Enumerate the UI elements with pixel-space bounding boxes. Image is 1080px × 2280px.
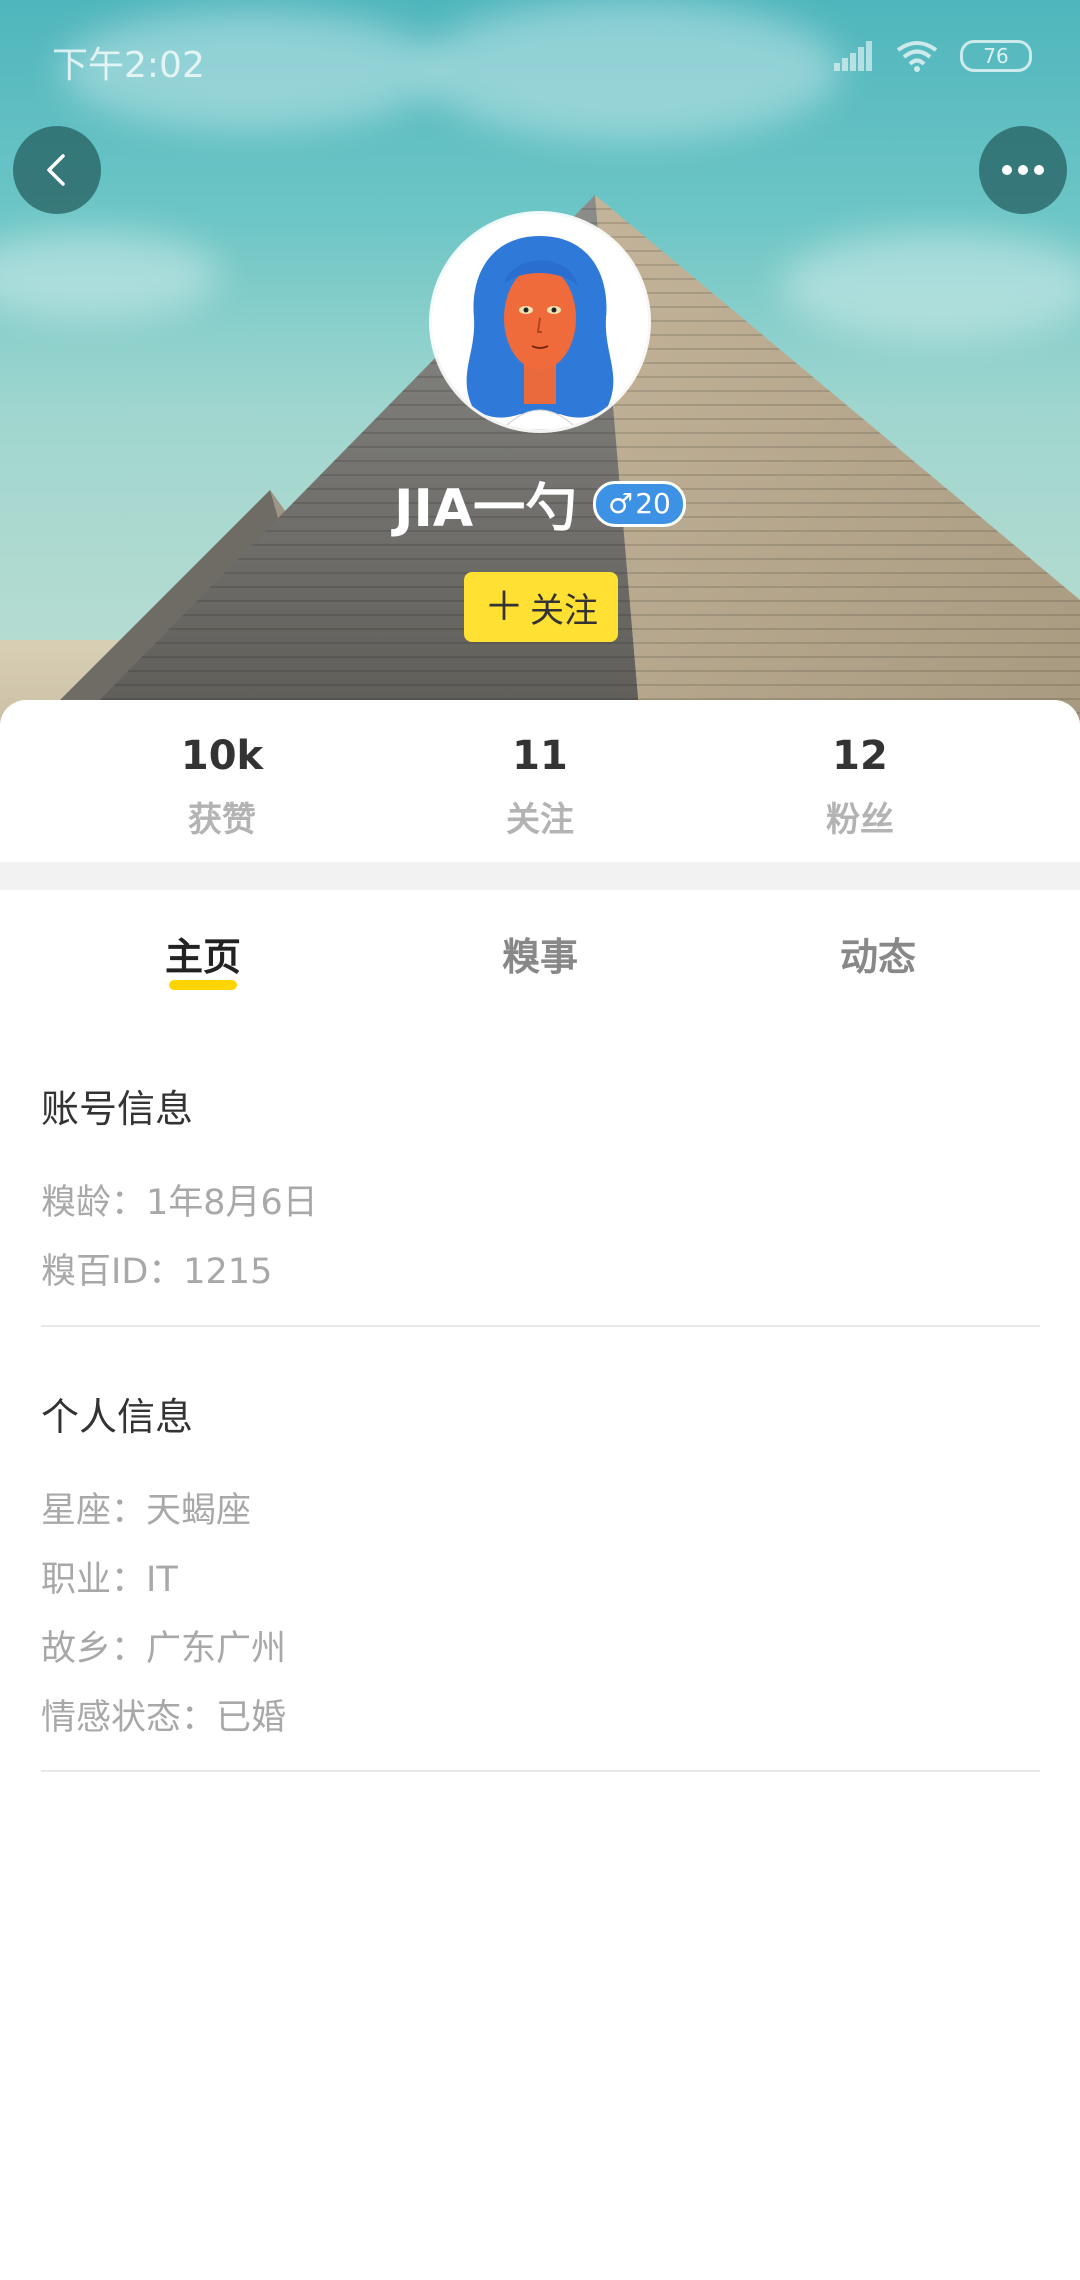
battery-icon: 76 xyxy=(960,40,1032,72)
account-info-title: 账号信息 xyxy=(41,1087,194,1131)
zodiac-line: 星座：天蝎座 xyxy=(41,1491,252,1531)
back-button[interactable] xyxy=(13,126,101,214)
male-icon: ♂ xyxy=(608,487,634,520)
stat-fans[interactable]: 12 粉丝 xyxy=(760,734,960,841)
personal-info-title: 个人信息 xyxy=(41,1395,194,1439)
status-icons: 76 xyxy=(834,40,1032,72)
follow-button[interactable]: ＋ 关注 xyxy=(464,572,618,642)
more-button[interactable] xyxy=(979,126,1067,214)
battery-level: 76 xyxy=(983,44,1009,68)
account-id-line: 糗百ID：1215 xyxy=(41,1252,273,1292)
stat-following-value: 11 xyxy=(512,733,568,779)
user-name: JIA一勺 xyxy=(394,479,578,539)
signal-icon xyxy=(834,41,872,71)
stat-likes-label: 获赞 xyxy=(188,800,256,840)
more-dots-icon xyxy=(1002,165,1044,175)
tab-qiushi[interactable]: 糗事 xyxy=(440,926,640,981)
tab-bar: 主页 糗事 动态 xyxy=(0,890,1080,1000)
active-tab-indicator xyxy=(169,980,237,990)
stat-fans-label: 粉丝 xyxy=(826,800,894,840)
status-bar: 下午2:02 76 xyxy=(0,0,1080,120)
avatar-illustration xyxy=(432,214,648,430)
tab-home[interactable]: 主页 xyxy=(103,926,303,981)
stats-card: 10k 获赞 11 关注 12 粉丝 xyxy=(0,700,1080,862)
stat-likes-value: 10k xyxy=(180,733,264,779)
divider xyxy=(41,1325,1040,1327)
status-time: 下午2:02 xyxy=(52,45,205,86)
stat-following-label: 关注 xyxy=(506,800,574,840)
relationship-line: 情感状态：已婚 xyxy=(41,1698,287,1738)
chevron-left-icon xyxy=(47,154,65,186)
follow-button-label: 关注 xyxy=(530,590,598,631)
wifi-icon xyxy=(896,41,938,72)
stat-following[interactable]: 11 关注 xyxy=(440,734,640,841)
user-name-row: JIA一勺 ♂ 20 xyxy=(0,466,1080,541)
avatar[interactable] xyxy=(432,214,648,430)
tab-activity[interactable]: 动态 xyxy=(778,926,978,981)
age-value: 20 xyxy=(635,487,671,520)
account-age-line: 糗龄：1年8月6日 xyxy=(41,1183,318,1223)
plus-icon: ＋ xyxy=(484,584,524,630)
stat-fans-value: 12 xyxy=(832,733,888,779)
occupation-line: 职业：IT xyxy=(41,1560,178,1600)
divider xyxy=(41,1770,1040,1772)
section-separator xyxy=(0,862,1080,890)
hometown-line: 故乡：广东广州 xyxy=(41,1629,287,1669)
gender-age-badge: ♂ 20 xyxy=(593,480,686,527)
profile-header-background: 下午2:02 76 JIA一勺 ♂ 20 ＋ 关注 xyxy=(0,0,1080,740)
stat-likes[interactable]: 10k 获赞 xyxy=(122,734,322,841)
